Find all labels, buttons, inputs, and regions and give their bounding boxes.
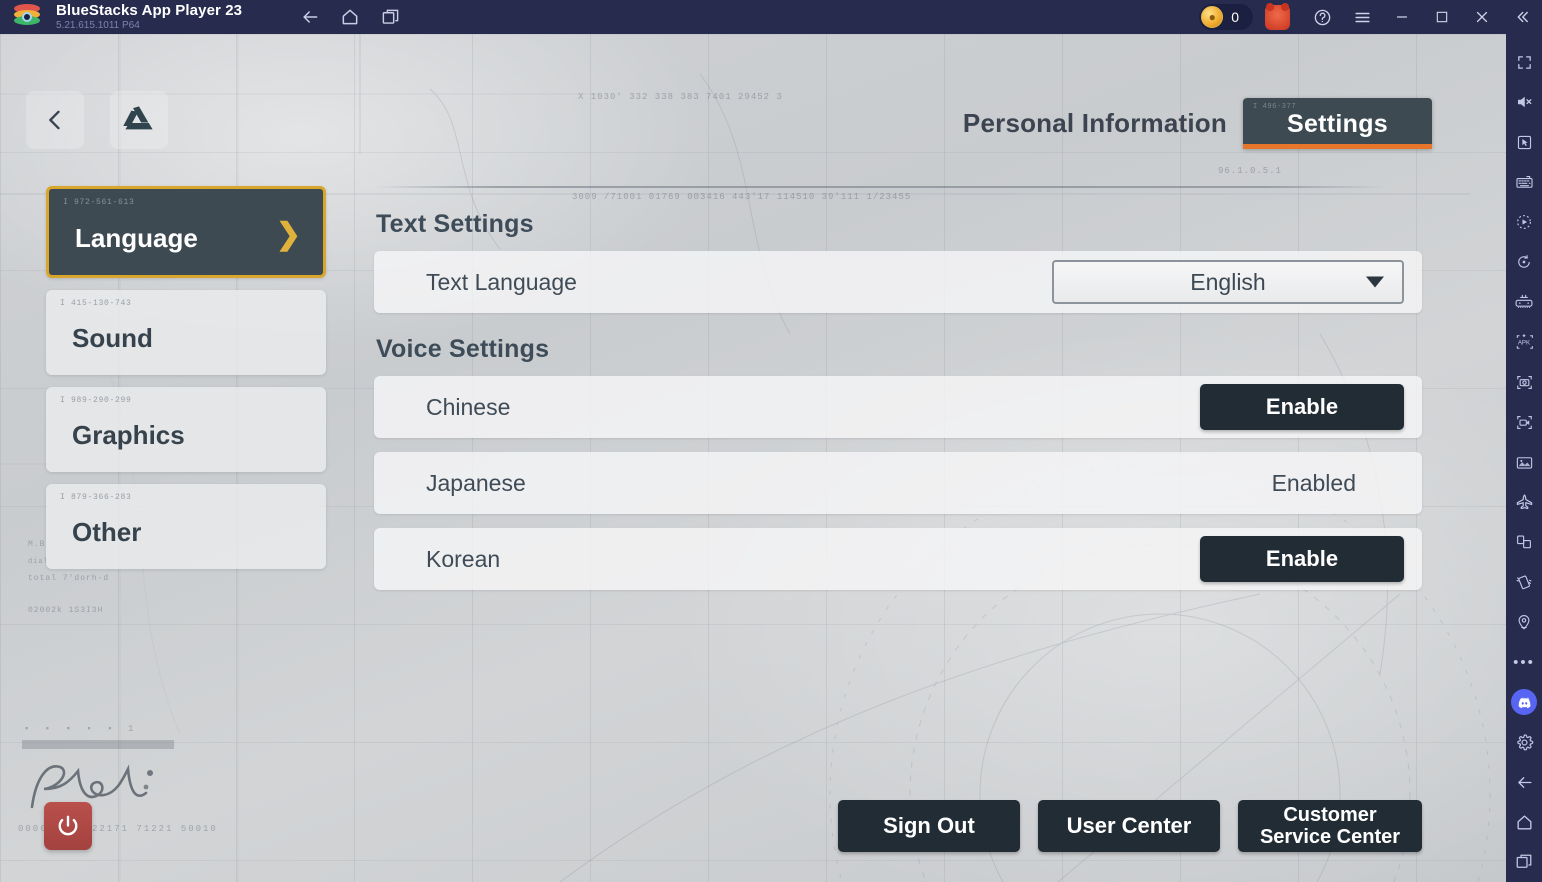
decor-sign-code-top: ▪ ▪ ▪ ▪ ▪ 1 [24, 724, 139, 734]
enable-chinese-button[interactable]: Enable [1200, 384, 1404, 430]
bluestacks-logo-icon [14, 4, 40, 30]
android-back-icon[interactable] [1506, 762, 1542, 802]
game-viewport: X 1030' 332 338 383 7401 29452 3 3009 /7… [0, 34, 1506, 882]
apk-install-icon[interactable]: APK [1506, 322, 1542, 362]
app-version: 5.21.615.1011 P64 [56, 19, 140, 31]
shake-device-icon[interactable] [1506, 562, 1542, 602]
airplane-icon[interactable] [1506, 482, 1542, 522]
voice-settings-heading: Voice Settings [376, 335, 550, 363]
coin-count: 0 [1231, 9, 1239, 25]
settings-sidebar: I 972-561-613 Language ❯ I 415-130-743 S… [46, 186, 326, 581]
recents-icon[interactable] [1506, 842, 1542, 882]
mascot-avatar-icon[interactable] [1265, 2, 1290, 30]
hamburger-menu-icon[interactable] [1342, 0, 1382, 34]
decor-side-note-4: 02002k 1S3I3H [28, 606, 104, 615]
video-record-icon[interactable] [1506, 402, 1542, 442]
power-button[interactable] [44, 802, 92, 850]
titlebar-right-group: ● 0 [1199, 0, 1542, 34]
sidebar-item-graphics[interactable]: I 989-290-299 Graphics [46, 387, 326, 472]
enable-korean-button[interactable]: Enable [1200, 536, 1404, 582]
text-language-dropdown[interactable]: English [1052, 260, 1404, 304]
tab-personal-information[interactable]: Personal Information [963, 108, 1243, 149]
sidebar-item-microcode: I 879-366-283 [60, 493, 132, 502]
text-settings-heading: Text Settings [376, 210, 534, 238]
row-voice-chinese: Chinese Enable [374, 376, 1422, 438]
cursor-pointer-icon[interactable] [1506, 122, 1542, 162]
tab-settings-label: Settings [1286, 110, 1388, 138]
app-title-block: BlueStacks App Player 23 5.21.615.1011 P… [56, 3, 242, 31]
help-icon[interactable] [1302, 0, 1342, 34]
csc-line-2: Service Center [1259, 826, 1401, 848]
chevrons-left-icon[interactable] [1502, 0, 1542, 34]
footer-actions: Sign Out User Center Customer Service Ce… [838, 800, 1422, 852]
discord-icon[interactable] [1506, 682, 1542, 722]
csc-line-1: Customer [1283, 804, 1377, 826]
text-language-value: English [1190, 268, 1266, 295]
row-voice-japanese: Japanese Enabled [374, 452, 1422, 514]
header-divider [374, 186, 1386, 188]
coin-balance[interactable]: ● 0 [1199, 4, 1253, 30]
sidebar-item-other[interactable]: I 879-366-283 Other [46, 484, 326, 569]
chevron-down-icon [1366, 276, 1384, 288]
sidebar-item-label: Language [75, 222, 198, 253]
close-icon[interactable] [1462, 0, 1502, 34]
customer-service-center-button[interactable]: Customer Service Center [1238, 800, 1422, 852]
sidebar-item-language[interactable]: I 972-561-613 Language ❯ [46, 186, 326, 278]
titlebar-nav-group [290, 0, 410, 34]
decor-coords-second: 3009 /71001 01769 003416 443'17 114510 3… [572, 192, 912, 202]
titlebar-home-button[interactable] [330, 0, 370, 34]
titlebar-instances-button[interactable] [370, 0, 410, 34]
settings-content: Text Settings Text Language English Voic… [374, 210, 1422, 604]
header-tabs: Personal Information I 496-377 Settings [963, 98, 1433, 149]
drive-triangle-icon [123, 106, 153, 130]
row-label: Japanese [426, 469, 526, 496]
app-icon [110, 91, 168, 149]
maximize-icon[interactable] [1422, 0, 1462, 34]
android-home-icon[interactable] [1506, 802, 1542, 842]
decor-map-label: 96.1.0.5.1 [1218, 166, 1283, 176]
sidebar-item-label: Other [72, 517, 142, 547]
titlebar-back-button[interactable] [290, 0, 330, 34]
more-dots-icon[interactable]: ••• [1506, 642, 1542, 682]
power-icon [58, 815, 78, 836]
bluestacks-titlebar: BlueStacks App Player 23 5.21.615.1011 P… [0, 0, 1542, 34]
row-label: Text Language [426, 268, 577, 295]
back-button[interactable] [26, 91, 84, 149]
decor-side-note-1: M.B [28, 540, 46, 549]
row-voice-korean: Korean Enable [374, 528, 1422, 590]
speaker-mute-icon[interactable] [1506, 82, 1542, 122]
row-label: Korean [426, 545, 501, 572]
multi-instance-icon[interactable] [1506, 522, 1542, 562]
sidebar-item-sound[interactable]: I 415-130-743 Sound [46, 290, 326, 375]
sidebar-item-microcode: I 972-561-613 [63, 198, 135, 207]
camera-icon[interactable] [1506, 362, 1542, 402]
sidebar-item-label: Sound [72, 323, 153, 353]
tab-settings[interactable]: I 496-377 Settings [1242, 98, 1433, 149]
user-center-button[interactable]: User Center [1038, 800, 1220, 852]
row-label: Chinese [426, 393, 511, 420]
side-toolbar: APK ••• [1506, 34, 1542, 882]
sign-out-button[interactable]: Sign Out [838, 800, 1020, 852]
app-title: BlueStacks App Player 23 [56, 1, 243, 19]
decor-coords-top: X 1030' 332 338 383 7401 29452 3 [578, 92, 783, 102]
macro-play-icon[interactable] [1506, 202, 1542, 242]
gallery-icon[interactable] [1506, 442, 1542, 482]
tab-settings-microcode: I 496-377 [1252, 103, 1297, 111]
sidebar-item-microcode: I 989-290-299 [60, 396, 132, 405]
gear-icon[interactable] [1506, 722, 1542, 762]
coin-icon: ● [1201, 6, 1224, 28]
chevron-left-icon [49, 110, 60, 130]
gamepad-icon[interactable] [1506, 282, 1542, 322]
fullscreen-icon[interactable] [1506, 42, 1542, 82]
location-pin-icon[interactable] [1506, 602, 1542, 642]
sidebar-item-microcode: I 415-130-743 [60, 299, 132, 308]
keyboard-icon[interactable] [1506, 162, 1542, 202]
rotate-icon[interactable] [1506, 242, 1542, 282]
chevron-right-icon: ❯ [275, 218, 301, 251]
minimize-icon[interactable] [1382, 0, 1422, 34]
sidebar-item-label: Graphics [72, 420, 185, 450]
japanese-status-text: Enabled [1271, 469, 1356, 496]
svg-text:APK: APK [1518, 340, 1531, 347]
row-text-language: Text Language English [374, 251, 1422, 313]
